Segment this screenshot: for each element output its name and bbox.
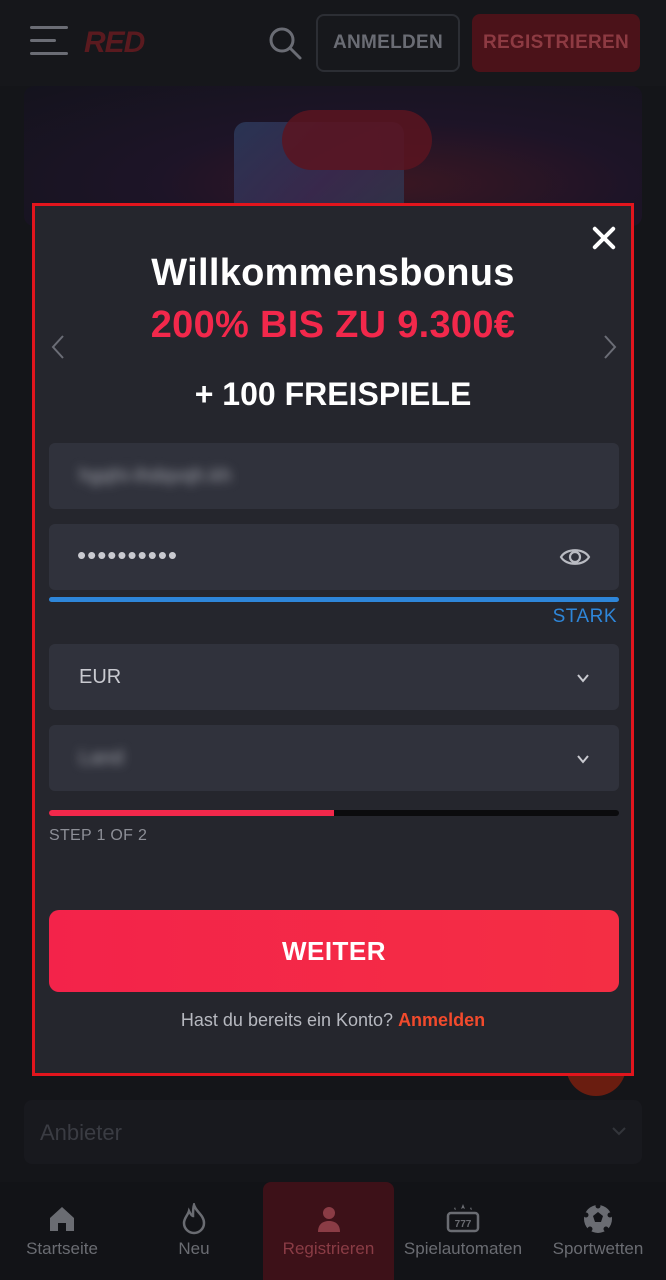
nav-item-slots[interactable]: 777 Spielautomaten bbox=[398, 1182, 528, 1280]
login-button[interactable]: ANMELDEN bbox=[316, 14, 460, 72]
password-value: •••••••••• bbox=[77, 540, 179, 570]
gift-bow-image bbox=[282, 110, 432, 170]
password-strength-bar bbox=[49, 597, 619, 602]
search-icon[interactable] bbox=[266, 24, 304, 62]
chevron-down-icon bbox=[577, 755, 589, 764]
provider-filter[interactable]: Anbieter bbox=[24, 1100, 642, 1164]
country-value: Land bbox=[79, 747, 124, 769]
flame-icon bbox=[177, 1202, 211, 1236]
step-label: STEP 1 OF 2 bbox=[49, 827, 148, 844]
nav-item-home[interactable]: Startseite bbox=[0, 1182, 124, 1280]
password-strength-label: STARK bbox=[552, 606, 617, 627]
chevron-down-icon bbox=[612, 1127, 626, 1136]
step-progress-bar bbox=[49, 810, 619, 816]
nav-label: Neu bbox=[178, 1239, 210, 1258]
continue-button[interactable]: WEITER bbox=[49, 910, 619, 992]
login-prompt-text: Hast du bereits ein Konto? bbox=[180, 1010, 394, 1030]
nav-label: Sportwetten bbox=[552, 1239, 644, 1258]
top-bar: RED ANMELDEN REGISTRIEREN bbox=[0, 0, 666, 86]
nav-item-sports[interactable]: Sportwetten bbox=[534, 1182, 662, 1280]
email-field[interactable]: hgqhi-ihdqvqh.kh bbox=[49, 443, 619, 509]
svg-text:777: 777 bbox=[455, 1219, 472, 1230]
freespins-text: + 100 FREISPIELE bbox=[194, 376, 472, 412]
close-icon[interactable] bbox=[589, 223, 619, 253]
nav-item-new[interactable]: Neu bbox=[132, 1182, 256, 1280]
logo[interactable]: RED bbox=[84, 26, 145, 60]
menu-icon[interactable] bbox=[30, 26, 68, 56]
nav-item-register[interactable]: Registrieren bbox=[263, 1182, 394, 1280]
user-icon bbox=[312, 1202, 346, 1236]
login-link[interactable]: Anmelden bbox=[398, 1010, 485, 1030]
email-value: hgqhi-ihdqvqh.kh bbox=[79, 465, 232, 487]
login-prompt: Hast du bereits ein Konto? Anmelden bbox=[35, 1010, 631, 1031]
nav-label: Startseite bbox=[26, 1239, 98, 1258]
register-button[interactable]: REGISTRIEREN bbox=[472, 14, 640, 72]
bonus-title: Willkommensbonus bbox=[151, 252, 515, 294]
country-select[interactable]: Land bbox=[49, 725, 619, 791]
registration-modal: Willkommensbonus 200% BIS ZU 9.300€ + 10… bbox=[32, 203, 634, 1076]
bottom-nav: Startseite Neu Registrieren 777 Spielaut… bbox=[0, 1182, 666, 1280]
currency-value: EUR bbox=[79, 666, 122, 688]
nav-label: Registrieren bbox=[282, 1239, 375, 1258]
bonus-amount: 200% BIS ZU 9.300€ bbox=[150, 304, 516, 346]
eye-icon[interactable] bbox=[559, 544, 591, 570]
home-icon bbox=[45, 1202, 79, 1236]
provider-filter-label: Anbieter bbox=[40, 1120, 122, 1145]
currency-select[interactable]: EUR bbox=[49, 644, 619, 710]
nav-label: Spielautomaten bbox=[403, 1239, 523, 1258]
soccer-ball-icon bbox=[581, 1202, 615, 1236]
password-field[interactable]: •••••••••• bbox=[49, 524, 619, 590]
step-progress-fill bbox=[49, 810, 334, 816]
slot-machine-icon: 777 bbox=[446, 1202, 480, 1236]
chevron-down-icon bbox=[577, 674, 589, 683]
